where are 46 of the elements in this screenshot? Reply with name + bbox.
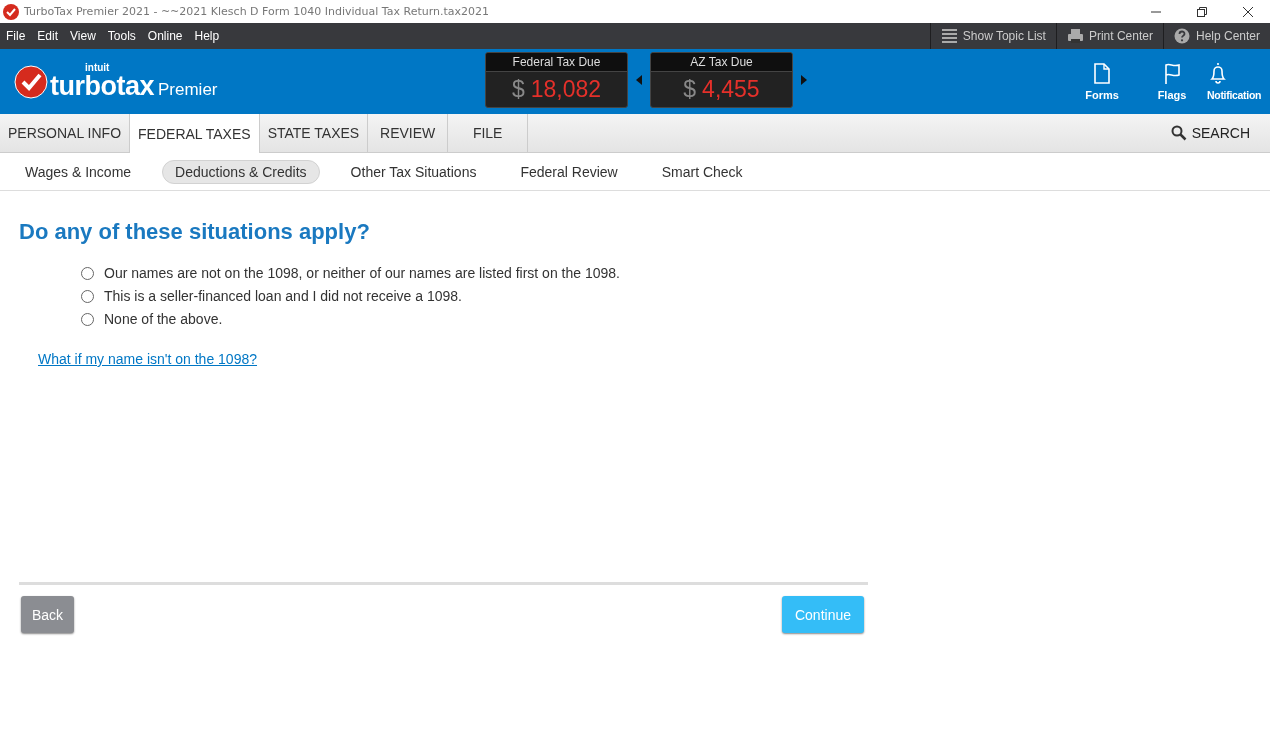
edition-label: Premier <box>158 81 218 98</box>
menu-item[interactable]: Help <box>194 29 220 43</box>
tax-due-amount: 18,082 <box>530 76 602 102</box>
nav-tab[interactable]: STATE TAXES <box>259 114 369 152</box>
tax-due-amount: 4,455 <box>702 76 760 102</box>
option-label[interactable]: This is a seller-financed loan and I did not receive a 1098. <box>104 288 462 304</box>
nav-tab[interactable]: FEDERAL TAXES <box>130 114 260 153</box>
restore-icon <box>1196 5 1208 18</box>
sub-tab[interactable]: Wages & Income <box>12 159 145 184</box>
menu-item[interactable]: File <box>6 29 26 43</box>
checkmark-logo-icon <box>14 64 48 99</box>
currency-symbol: $ <box>683 76 697 102</box>
menu-item[interactable]: Edit <box>37 29 59 43</box>
header-action-button[interactable]: Flags <box>1137 62 1207 101</box>
search-icon <box>1170 125 1187 141</box>
sub-tab[interactable]: Federal Review <box>507 159 631 184</box>
option-label[interactable]: Our names are not on the 1098, or neither of our names are listed first on the 1098. <box>104 265 620 281</box>
currency-symbol: $ <box>511 76 525 102</box>
right-arrow-icon <box>801 75 807 85</box>
company-logo-text: intuit <box>85 63 111 73</box>
nav-tab[interactable]: FILE <box>448 114 529 152</box>
printer-icon <box>1066 28 1084 44</box>
header-action-button[interactable]: Notification <box>1207 62 1269 101</box>
menu-item[interactable]: Online <box>147 29 183 43</box>
help-icon <box>1173 28 1191 44</box>
help-link[interactable]: What if my name isn't on the 1098? <box>38 351 257 367</box>
product-logo-text: turbotax <box>50 73 154 100</box>
window-title: TurboTax Premier 2021 - ~~2021 Klesch D Form 1040 Individual Tax Return.tax2021 <box>24 5 490 18</box>
app-logo-icon <box>3 3 19 20</box>
left-arrow-icon <box>636 75 642 85</box>
document-icon <box>1091 62 1113 86</box>
close-icon <box>1242 5 1254 18</box>
header-action-button[interactable]: Forms <box>1067 62 1137 101</box>
list-icon <box>940 28 958 44</box>
search-button[interactable]: SEARCH <box>1150 114 1270 152</box>
sub-tab[interactable]: Other Tax Situations <box>337 159 490 184</box>
menu-item[interactable]: View <box>70 29 96 43</box>
question-heading: Do any of these situations apply? <box>19 219 371 245</box>
bell-icon <box>1207 62 1229 86</box>
sub-tab[interactable]: Deductions & Credits <box>162 159 320 184</box>
menu-item[interactable]: Tools <box>107 29 136 43</box>
tax-due-label: AZ Tax Due <box>651 53 792 72</box>
option-label[interactable]: None of the above. <box>104 311 223 327</box>
tax-due-label: Federal Tax Due <box>486 53 627 72</box>
nav-tab[interactable]: REVIEW <box>368 114 449 152</box>
sub-tab[interactable]: Smart Check <box>648 159 756 184</box>
